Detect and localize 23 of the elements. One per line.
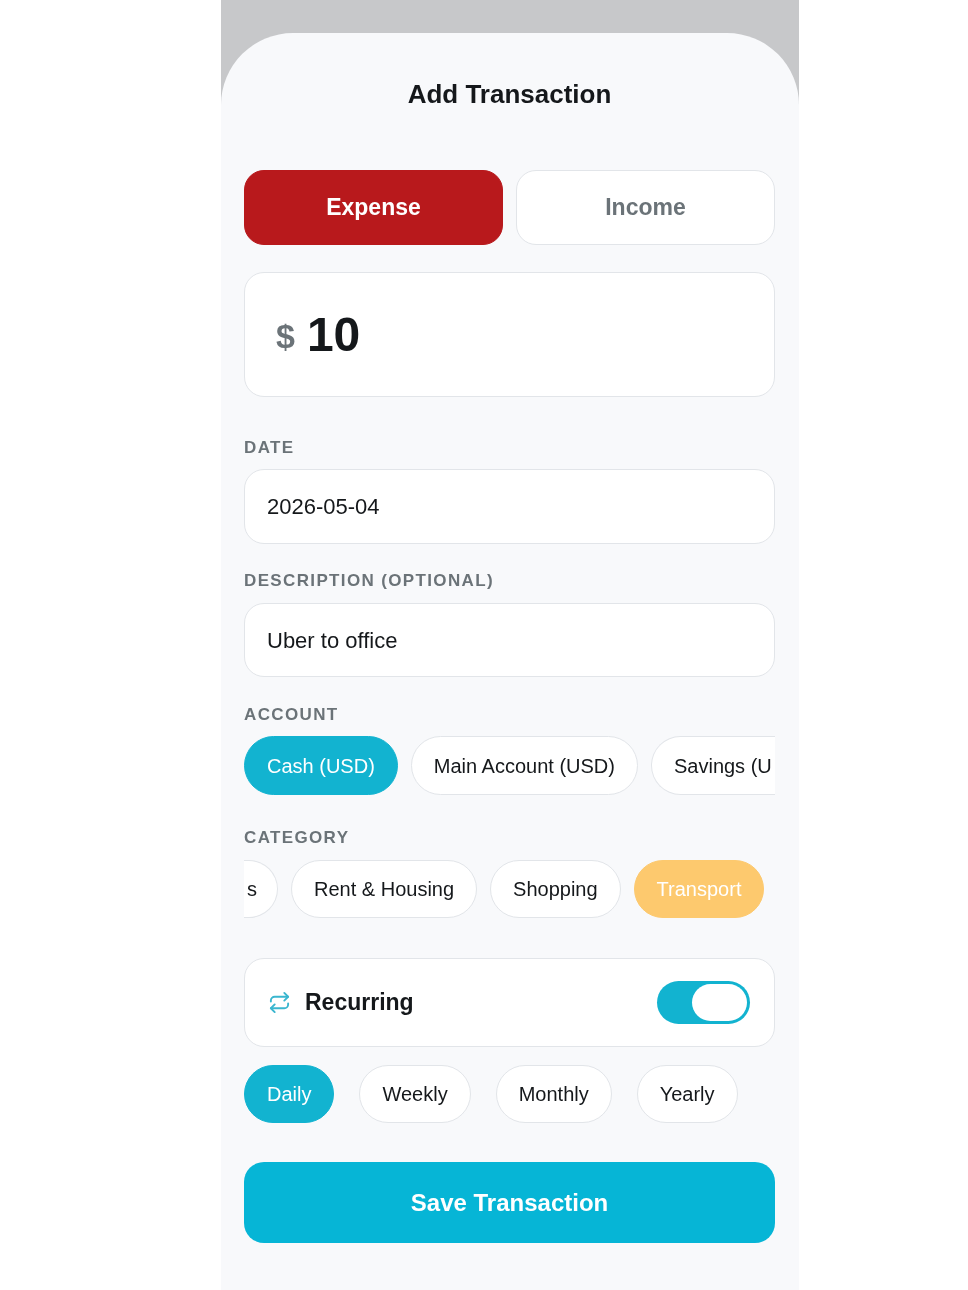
- expense-tab[interactable]: Expense: [244, 170, 503, 245]
- account-chip[interactable]: Main Account (USD): [410, 736, 638, 795]
- income-tab[interactable]: Income: [516, 170, 775, 245]
- description-field[interactable]: Uber to office: [244, 603, 775, 677]
- description-label: DESCRIPTION (OPTIONAL): [244, 571, 495, 591]
- recurring-label: Recurring: [305, 988, 414, 1018]
- sheet-title: Add Transaction: [407, 78, 612, 110]
- frequency-chip[interactable]: Weekly: [359, 1065, 471, 1123]
- currency-symbol: $: [276, 316, 295, 357]
- date-label: DATE: [244, 438, 296, 458]
- category-chip[interactable]: Shopping: [490, 860, 621, 918]
- amount-value: 10: [306, 306, 361, 363]
- category-chip[interactable]: s: [244, 860, 278, 918]
- account-chip[interactable]: Savings (U: [650, 736, 775, 795]
- account-label: ACCOUNT: [244, 705, 340, 725]
- amount-field[interactable]: $ 10: [244, 272, 775, 397]
- category-chip[interactable]: Rent & Housing: [291, 860, 478, 918]
- frequency-chip[interactable]: Monthly: [495, 1065, 612, 1123]
- frequency-chip[interactable]: Yearly: [636, 1065, 738, 1123]
- repeat-icon: [268, 991, 291, 1014]
- category-label: CATEGORY: [244, 828, 351, 848]
- recurring-toggle[interactable]: [657, 981, 750, 1024]
- date-field[interactable]: 2026-05-04: [244, 469, 775, 544]
